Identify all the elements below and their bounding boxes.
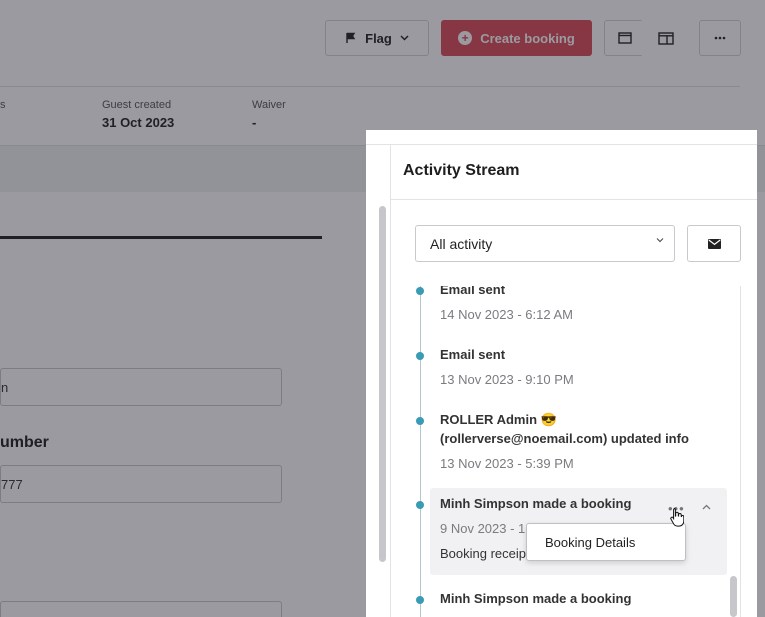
activity-item-description: Booking receip xyxy=(440,546,526,561)
activity-filter-select[interactable]: All activity xyxy=(415,225,675,262)
activity-item-title: ROLLER Admin 😎 (rollerverse@noemail.com)… xyxy=(440,412,689,446)
activity-item-date: 14 Nov 2023 - 6:12 AM xyxy=(440,307,573,322)
activity-item-title: Email sent xyxy=(440,286,506,297)
activity-item-date: 13 Nov 2023 - 9:10 PM xyxy=(440,372,574,387)
timeline-dot xyxy=(416,352,424,360)
panel-divider xyxy=(366,144,757,145)
title-divider xyxy=(391,199,757,200)
timeline-dot xyxy=(416,501,424,509)
activity-item-title: Email sent xyxy=(440,347,506,362)
activity-list-scrollbar-thumb[interactable] xyxy=(730,576,737,617)
timeline-dot xyxy=(416,596,424,604)
mail-icon xyxy=(707,238,721,249)
panel-title: Activity Stream xyxy=(403,162,520,179)
timeline-dot xyxy=(416,287,424,295)
chevron-down-icon xyxy=(656,238,664,243)
chevron-up-icon[interactable] xyxy=(702,504,711,510)
activity-item-date: 13 Nov 2023 - 5:39 PM xyxy=(440,456,574,471)
booking-details-menu[interactable]: Booking Details xyxy=(526,523,686,561)
email-button[interactable] xyxy=(687,225,741,262)
timeline-dot xyxy=(416,417,424,425)
panel-scrollbar-thumb[interactable] xyxy=(379,206,386,562)
panel-scrollbar[interactable] xyxy=(366,144,391,617)
hand-cursor-icon xyxy=(670,508,684,527)
activity-list: Email sent 14 Nov 2023 - 6:12 AM Email s… xyxy=(391,286,741,617)
activity-item-date: 9 Nov 2023 - 1: xyxy=(440,521,529,536)
timeline-line xyxy=(420,286,421,617)
activity-filter-value: All activity xyxy=(430,235,493,252)
activity-item-title: Minh Simpson made a booking xyxy=(440,591,632,606)
booking-details-option[interactable]: Booking Details xyxy=(545,535,635,550)
